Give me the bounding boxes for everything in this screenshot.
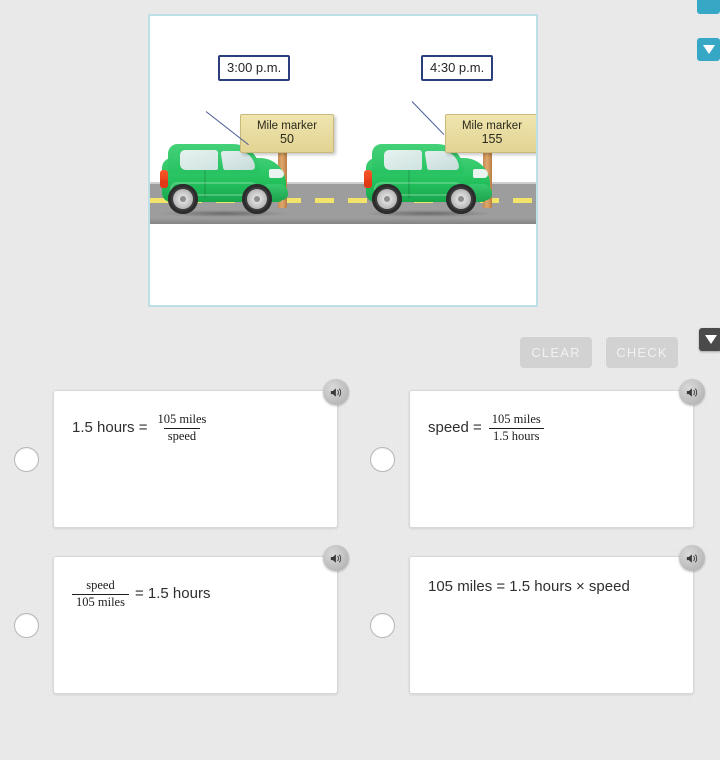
- mile-marker-sign-2: Mile marker 155: [445, 114, 536, 153]
- wheel-rim: [173, 189, 193, 209]
- car-headlamp: [473, 169, 488, 178]
- radio-option-c[interactable]: [14, 612, 39, 638]
- option-cell: 1.5 hours = 105 miles speed: [0, 379, 352, 528]
- car-taillight-lower: [364, 180, 372, 188]
- stimulus-image-panel: Mile marker 50 Mile marker 155 3:00 p.m.…: [148, 14, 538, 307]
- car-wheel-rear: [168, 184, 198, 214]
- mile-marker-value: 155: [481, 132, 503, 146]
- fraction-denominator: 105 miles: [72, 593, 129, 610]
- option-text: speed 105 miles = 1.5 hours: [72, 578, 303, 610]
- chevron-down-glyph: [704, 335, 717, 344]
- car-illustration-1: [158, 144, 290, 217]
- car-illustration-2: [362, 144, 494, 217]
- car-wheel-front: [242, 184, 272, 214]
- panel-tab-top[interactable]: [697, 0, 720, 14]
- fraction-numerator: 105 miles: [157, 412, 207, 426]
- option-text: 1.5 hours = 105 miles speed: [72, 412, 303, 444]
- time-label-1: 3:00 p.m.: [218, 55, 291, 81]
- wheel-rim: [247, 189, 267, 209]
- chevron-down-icon-top[interactable]: [697, 38, 720, 61]
- card-option-d[interactable]: 105 miles = 1.5 hours × speed: [409, 545, 705, 694]
- check-button[interactable]: CHECK: [606, 337, 678, 368]
- car-wheel-rear: [372, 184, 402, 214]
- time-label-2: 4:30 p.m.: [421, 55, 494, 81]
- card-option-c[interactable]: speed 105 miles = 1.5 hours: [53, 545, 349, 694]
- speaker-icon[interactable]: [323, 379, 349, 405]
- option-cell: 105 miles = 1.5 hours × speed: [352, 545, 708, 694]
- wheel-rim: [377, 189, 397, 209]
- option-row: 1.5 hours = 105 miles speed speed = 105 mile…: [0, 379, 720, 528]
- fraction-denominator: 1.5 hours: [489, 427, 544, 444]
- option-text: speed = 105 miles 1.5 hours: [428, 412, 659, 444]
- card-option-a[interactable]: 1.5 hours = 105 miles speed: [53, 379, 349, 528]
- car-window-rear: [180, 150, 218, 170]
- scene: Mile marker 50 Mile marker 155 3:00 p.m.…: [150, 16, 536, 305]
- chevron-down-icon-mid[interactable]: [699, 328, 720, 351]
- option-cell: speed = 105 miles 1.5 hours: [352, 379, 708, 528]
- option-text: 105 miles = 1.5 hours × speed: [428, 578, 659, 596]
- fraction-numerator: 105 miles: [491, 412, 541, 426]
- car-wheel-front: [446, 184, 476, 214]
- radio-option-d[interactable]: [370, 612, 395, 638]
- option-lead-text: 1.5 hours =: [72, 419, 148, 436]
- fraction: 105 miles speed: [153, 412, 210, 444]
- speaker-icon[interactable]: [679, 379, 705, 405]
- speaker-icon[interactable]: [679, 545, 705, 571]
- car-window-rear: [384, 150, 422, 170]
- fraction: speed 105 miles: [72, 578, 129, 610]
- fraction-numerator: speed: [86, 578, 115, 592]
- clear-button[interactable]: CLEAR: [520, 337, 592, 368]
- card-option-b[interactable]: speed = 105 miles 1.5 hours: [409, 379, 705, 528]
- callout-leader-line-2: [411, 101, 445, 135]
- road-shadow: [150, 218, 536, 224]
- mile-marker-sign-1: Mile marker 50: [240, 114, 334, 153]
- action-button-row: CLEAR CHECK: [0, 337, 678, 368]
- radio-option-b[interactable]: [370, 446, 395, 472]
- mile-marker-value: 50: [280, 132, 294, 146]
- option-cell: speed 105 miles = 1.5 hours: [0, 545, 352, 694]
- chevron-down-glyph: [702, 45, 715, 54]
- radio-option-a[interactable]: [14, 446, 39, 472]
- speaker-icon[interactable]: [323, 545, 349, 571]
- car-headlamp: [269, 169, 284, 178]
- car-taillight-lower: [160, 180, 168, 188]
- fraction: 105 miles 1.5 hours: [488, 412, 545, 444]
- wheel-rim: [451, 189, 471, 209]
- option-trail-text: = 1.5 hours: [134, 585, 211, 602]
- answer-options-grid: 1.5 hours = 105 miles speed speed = 105 mile…: [0, 379, 720, 722]
- fraction-denominator: speed: [163, 427, 201, 444]
- option-expression: 105 miles = 1.5 hours × speed: [428, 578, 630, 595]
- option-lead-text: speed =: [428, 419, 482, 436]
- option-row: speed 105 miles = 1.5 hours 105 miles = 1.5…: [0, 545, 720, 694]
